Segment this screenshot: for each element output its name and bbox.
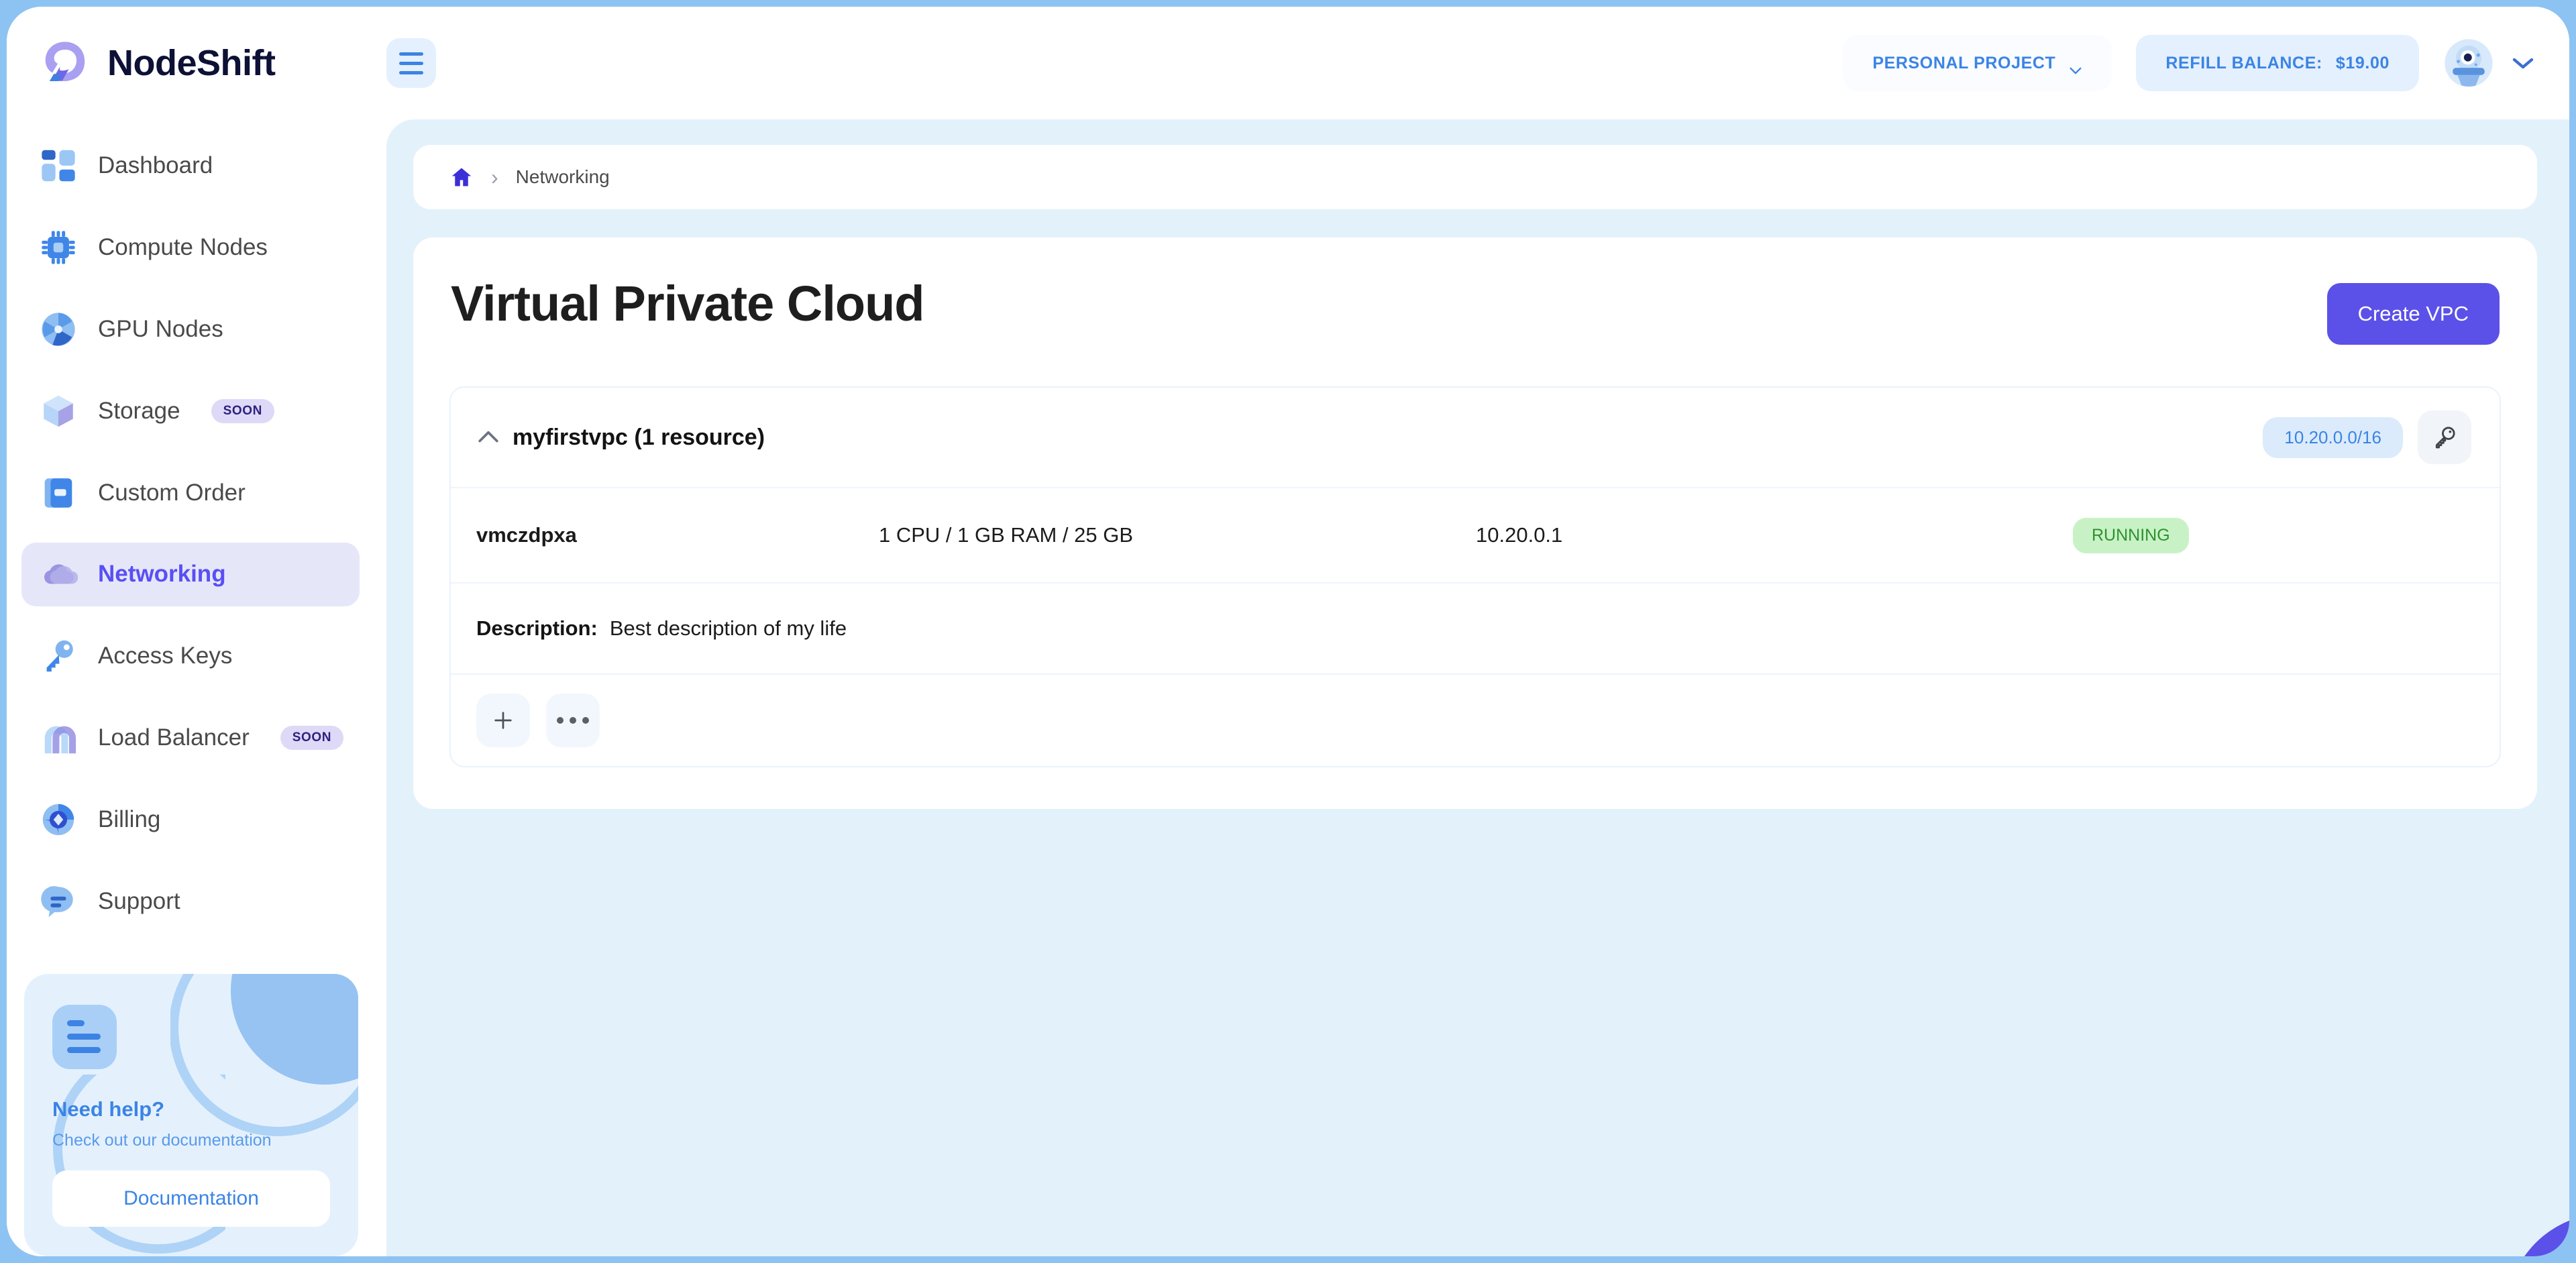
support-chat-icon bbox=[39, 882, 78, 921]
help-card-decoration bbox=[170, 973, 358, 1136]
page-header: Virtual Private Cloud Create VPC bbox=[449, 275, 2501, 345]
resource-name: vmczdpxa bbox=[476, 523, 577, 547]
avatar-robot-icon bbox=[2443, 38, 2494, 89]
vpc-actions-row bbox=[451, 673, 2500, 766]
sidebar-item-networking[interactable]: Networking bbox=[21, 542, 360, 606]
breadcrumb-current[interactable]: Networking bbox=[516, 166, 610, 188]
ellipsis-icon bbox=[557, 717, 589, 724]
sidebar-item-dashboard[interactable]: Dashboard bbox=[21, 134, 360, 198]
resource-specs: 1 CPU / 1 GB RAM / 25 GB bbox=[879, 523, 1134, 547]
key-icon bbox=[2431, 424, 2458, 451]
nodeshift-logo-icon bbox=[39, 37, 91, 89]
sidebar-item-label: Custom Order bbox=[98, 479, 246, 506]
sidebar-item-label: Billing bbox=[98, 806, 161, 832]
corner-decoration bbox=[2506, 1213, 2569, 1256]
refill-balance-amount: $19.00 bbox=[2335, 53, 2390, 72]
cpu-chip-icon bbox=[39, 228, 78, 267]
application-window: NodeShift PERSONAL PROJECT REFILL BALANC… bbox=[7, 7, 2569, 1256]
sidebar-item-load-balancer[interactable]: Load Balancer SOON bbox=[21, 706, 360, 770]
help-card: Need help? Check out our documentation D… bbox=[24, 973, 358, 1256]
hamburger-bar bbox=[399, 61, 423, 65]
billing-diamond-icon bbox=[39, 800, 78, 839]
description-label: Description: bbox=[476, 616, 598, 640]
dashboard-grid-icon bbox=[39, 146, 78, 185]
description-value: Best description of my life bbox=[609, 616, 847, 640]
vpc-header-actions: 10.20.0.0/16 bbox=[2263, 410, 2471, 464]
main-content: › Networking Virtual Private Cloud Creat… bbox=[386, 119, 2569, 1256]
hamburger-bar bbox=[399, 52, 423, 56]
sidebar-item-support[interactable]: Support bbox=[21, 869, 360, 933]
storage-cube-icon bbox=[39, 392, 78, 431]
vpc-list: myfirstvpc (1 resource) 10.20.0.0/16 vmc… bbox=[449, 386, 2501, 767]
sidebar-item-custom-order[interactable]: Custom Order bbox=[21, 461, 360, 525]
project-switcher-label: PERSONAL PROJECT bbox=[1872, 53, 2056, 72]
plus-icon bbox=[492, 709, 515, 732]
sidebar-item-access-keys[interactable]: Access Keys bbox=[21, 624, 360, 688]
custom-order-icon bbox=[39, 474, 78, 512]
top-bar-right: PERSONAL PROJECT REFILL BALANCE: $19.00 bbox=[1843, 35, 2569, 91]
help-card-title: Need help? bbox=[52, 1097, 165, 1121]
chevron-down-icon bbox=[2069, 60, 2082, 74]
vpc-key-button[interactable] bbox=[2418, 410, 2471, 464]
sidebar-item-label: Load Balancer bbox=[98, 724, 250, 751]
refill-balance-label: REFILL BALANCE: bbox=[2165, 53, 2322, 72]
user-menu[interactable] bbox=[2443, 38, 2534, 89]
chevron-up-icon[interactable] bbox=[474, 423, 503, 452]
vpc-card: myfirstvpc (1 resource) 10.20.0.0/16 vmc… bbox=[449, 386, 2501, 767]
body-split: Dashboard Compute Nodes GPU Nodes Storag… bbox=[7, 119, 2569, 1256]
sidebar-item-label: Networking bbox=[98, 561, 226, 588]
status-badge: RUNNING bbox=[2073, 517, 2189, 553]
key-icon bbox=[39, 637, 78, 675]
brand-name: NodeShift bbox=[107, 43, 276, 83]
app-frame: NodeShift PERSONAL PROJECT REFILL BALANC… bbox=[0, 0, 2576, 1263]
add-resource-button[interactable] bbox=[476, 694, 530, 747]
table-row[interactable]: vmczdpxa 1 CPU / 1 GB RAM / 25 GB 10.20.… bbox=[451, 487, 2500, 582]
resource-ip: 10.20.0.1 bbox=[1476, 523, 1563, 547]
create-vpc-button[interactable]: Create VPC bbox=[2326, 283, 2500, 345]
soon-badge: SOON bbox=[280, 725, 344, 750]
top-bar: NodeShift PERSONAL PROJECT REFILL BALANC… bbox=[7, 7, 2569, 119]
sidebar-item-label: Compute Nodes bbox=[98, 234, 268, 261]
cidr-badge: 10.20.0.0/16 bbox=[2263, 417, 2403, 458]
sidebar-item-gpu-nodes[interactable]: GPU Nodes bbox=[21, 298, 360, 362]
sidebar-item-label: Dashboard bbox=[98, 152, 213, 179]
documentation-button[interactable]: Documentation bbox=[52, 1170, 330, 1227]
home-icon[interactable] bbox=[449, 165, 474, 189]
vpc-page-card: Virtual Private Cloud Create VPC myfirst… bbox=[413, 237, 2537, 809]
chevron-down-icon bbox=[2512, 56, 2534, 70]
sidebar-item-label: Access Keys bbox=[98, 643, 233, 669]
hamburger-icon[interactable] bbox=[386, 38, 436, 88]
sidebar-item-compute-nodes[interactable]: Compute Nodes bbox=[21, 216, 360, 280]
vpc-accordion-header[interactable]: myfirstvpc (1 resource) 10.20.0.0/16 bbox=[451, 388, 2500, 487]
soon-badge: SOON bbox=[211, 398, 274, 423]
hamburger-bar bbox=[399, 70, 423, 74]
refill-balance-button[interactable]: REFILL BALANCE: $19.00 bbox=[2136, 35, 2419, 91]
page-title: Virtual Private Cloud bbox=[451, 276, 924, 331]
sidebar-item-storage[interactable]: Storage SOON bbox=[21, 379, 360, 443]
sidebar-item-label: Support bbox=[98, 887, 180, 914]
sidebar: Dashboard Compute Nodes GPU Nodes Storag… bbox=[7, 119, 386, 1256]
brand[interactable]: NodeShift bbox=[7, 37, 386, 89]
breadcrumb-separator: › bbox=[491, 165, 498, 189]
help-card-subtitle: Check out our documentation bbox=[52, 1130, 272, 1150]
vpc-description-row: Description: Best description of my life bbox=[451, 582, 2500, 673]
breadcrumb: › Networking bbox=[413, 145, 2537, 209]
load-balancer-icon bbox=[39, 718, 78, 757]
project-switcher-button[interactable]: PERSONAL PROJECT bbox=[1843, 35, 2112, 91]
status-cell: RUNNING bbox=[2073, 517, 2471, 553]
gpu-fan-icon bbox=[39, 310, 78, 349]
sidebar-item-label: GPU Nodes bbox=[98, 315, 223, 342]
sidebar-item-billing[interactable]: Billing bbox=[21, 787, 360, 851]
cloud-network-icon bbox=[39, 555, 78, 594]
document-lines-icon bbox=[52, 1004, 117, 1069]
more-options-button[interactable] bbox=[546, 694, 600, 747]
sidebar-item-label: Storage bbox=[98, 397, 180, 424]
vpc-name: myfirstvpc (1 resource) bbox=[513, 424, 765, 450]
